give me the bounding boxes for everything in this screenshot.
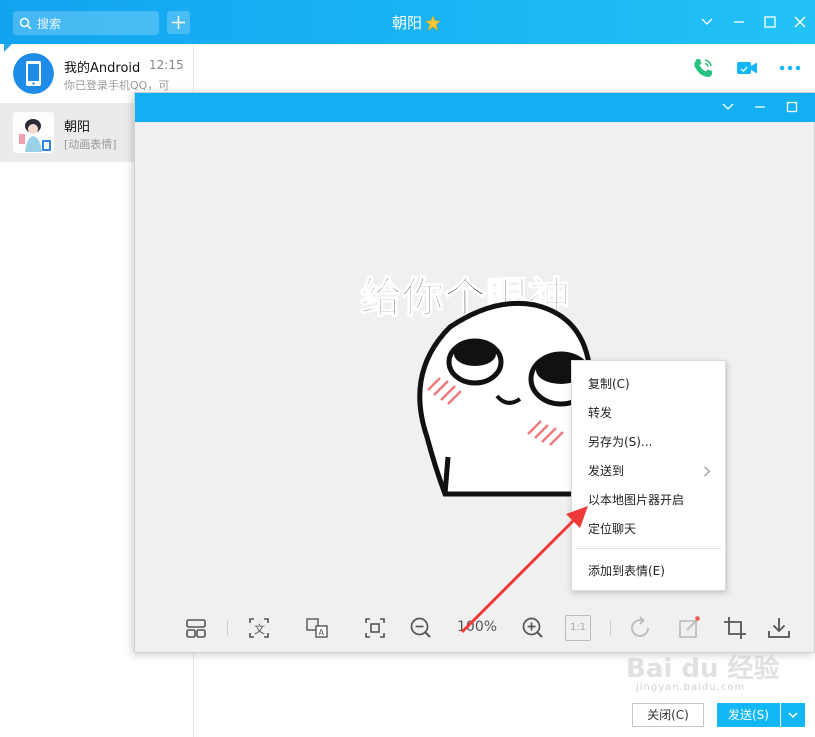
zoom-out-icon[interactable] bbox=[407, 614, 435, 642]
menu-item-open-local-viewer[interactable]: 以本地图片器开启 bbox=[572, 487, 725, 513]
context-menu: 复制(C) 转发 另存为(S)... 发送到 以本地图片器开启 定位聊天 添加到… bbox=[571, 360, 726, 591]
phone-device-icon bbox=[13, 53, 54, 94]
svg-text:A: A bbox=[319, 628, 325, 637]
search-icon bbox=[19, 17, 32, 30]
video-call-icon[interactable] bbox=[735, 56, 759, 80]
star-badge-icon bbox=[425, 14, 441, 31]
conversation-name: 我的Android bbox=[64, 61, 140, 76]
menu-item-add-to-emoticons[interactable]: 添加到表情(E) bbox=[572, 558, 725, 584]
zoom-level: 100% bbox=[457, 619, 498, 635]
chat-title: 朝阳 bbox=[392, 12, 441, 33]
minimize-icon[interactable] bbox=[730, 13, 748, 31]
viewer-minimize-icon[interactable] bbox=[752, 99, 768, 115]
baidu-watermark: Bai du 经验 bbox=[626, 654, 780, 684]
add-button[interactable] bbox=[167, 11, 190, 34]
send-options-button[interactable] bbox=[781, 703, 805, 727]
menu-item-copy[interactable]: 复制(C) bbox=[572, 371, 725, 397]
menu-item-send-to-label: 发送到 bbox=[588, 464, 625, 478]
toolbar-separator bbox=[610, 620, 611, 636]
menu-item-forward[interactable]: 转发 bbox=[572, 400, 725, 426]
menu-item-locate-chat[interactable]: 定位聊天 bbox=[572, 516, 725, 542]
menu-item-save-as[interactable]: 另存为(S)... bbox=[572, 429, 725, 455]
thumbnails-icon[interactable] bbox=[182, 614, 210, 642]
avatar-zhaoyang bbox=[13, 112, 54, 153]
menu-item-send-to[interactable]: 发送到 bbox=[572, 458, 725, 484]
chat-title-text: 朝阳 bbox=[392, 14, 423, 32]
selection-corner-marker bbox=[4, 44, 12, 52]
zoom-in-icon[interactable] bbox=[519, 614, 547, 642]
fit-window-icon[interactable] bbox=[361, 614, 389, 642]
toolbar-separator bbox=[227, 620, 228, 636]
viewer-maximize-icon[interactable] bbox=[784, 99, 800, 115]
close-icon[interactable] bbox=[791, 13, 809, 31]
plus-icon bbox=[172, 16, 185, 29]
viewer-toolbar: 文 A 100% 1:1 bbox=[135, 606, 815, 650]
maximize-icon[interactable] bbox=[761, 13, 779, 31]
actual-size-button[interactable]: 1:1 bbox=[565, 615, 591, 641]
conversation-preview: 你已登录手机QQ，可 bbox=[64, 79, 170, 92]
chevron-right-icon bbox=[704, 466, 711, 477]
voice-call-icon[interactable] bbox=[691, 56, 715, 80]
chevron-down-icon bbox=[788, 712, 798, 719]
baidu-watermark-url: jingyan.baidu.com bbox=[636, 682, 746, 693]
conversation-name: 朝阳 bbox=[64, 120, 91, 135]
edit-icon[interactable] bbox=[675, 614, 703, 642]
text-extract-icon[interactable]: 文 bbox=[245, 614, 273, 642]
menu-separator bbox=[576, 548, 721, 549]
more-options-icon[interactable] bbox=[778, 56, 802, 80]
conversation-time: 12:15 bbox=[149, 58, 184, 72]
crop-icon[interactable] bbox=[721, 614, 749, 642]
anime-girl-avatar-icon bbox=[13, 112, 54, 153]
svg-text:文: 文 bbox=[254, 622, 265, 636]
viewer-chevron-down-icon[interactable] bbox=[720, 99, 736, 115]
translate-icon[interactable]: A bbox=[303, 614, 331, 642]
search-box[interactable]: 搜索 bbox=[13, 11, 159, 35]
avatar-android bbox=[13, 53, 54, 94]
download-icon[interactable] bbox=[765, 614, 793, 642]
rotate-icon[interactable] bbox=[627, 614, 655, 642]
chevron-down-icon[interactable] bbox=[698, 13, 716, 31]
viewer-titlebar bbox=[135, 93, 815, 122]
close-chat-button[interactable]: 关闭(C) bbox=[632, 703, 704, 727]
search-placeholder: 搜索 bbox=[37, 16, 62, 31]
send-button[interactable]: 发送(S) bbox=[717, 703, 780, 727]
main-titlebar: 搜索 朝阳 bbox=[0, 0, 815, 44]
